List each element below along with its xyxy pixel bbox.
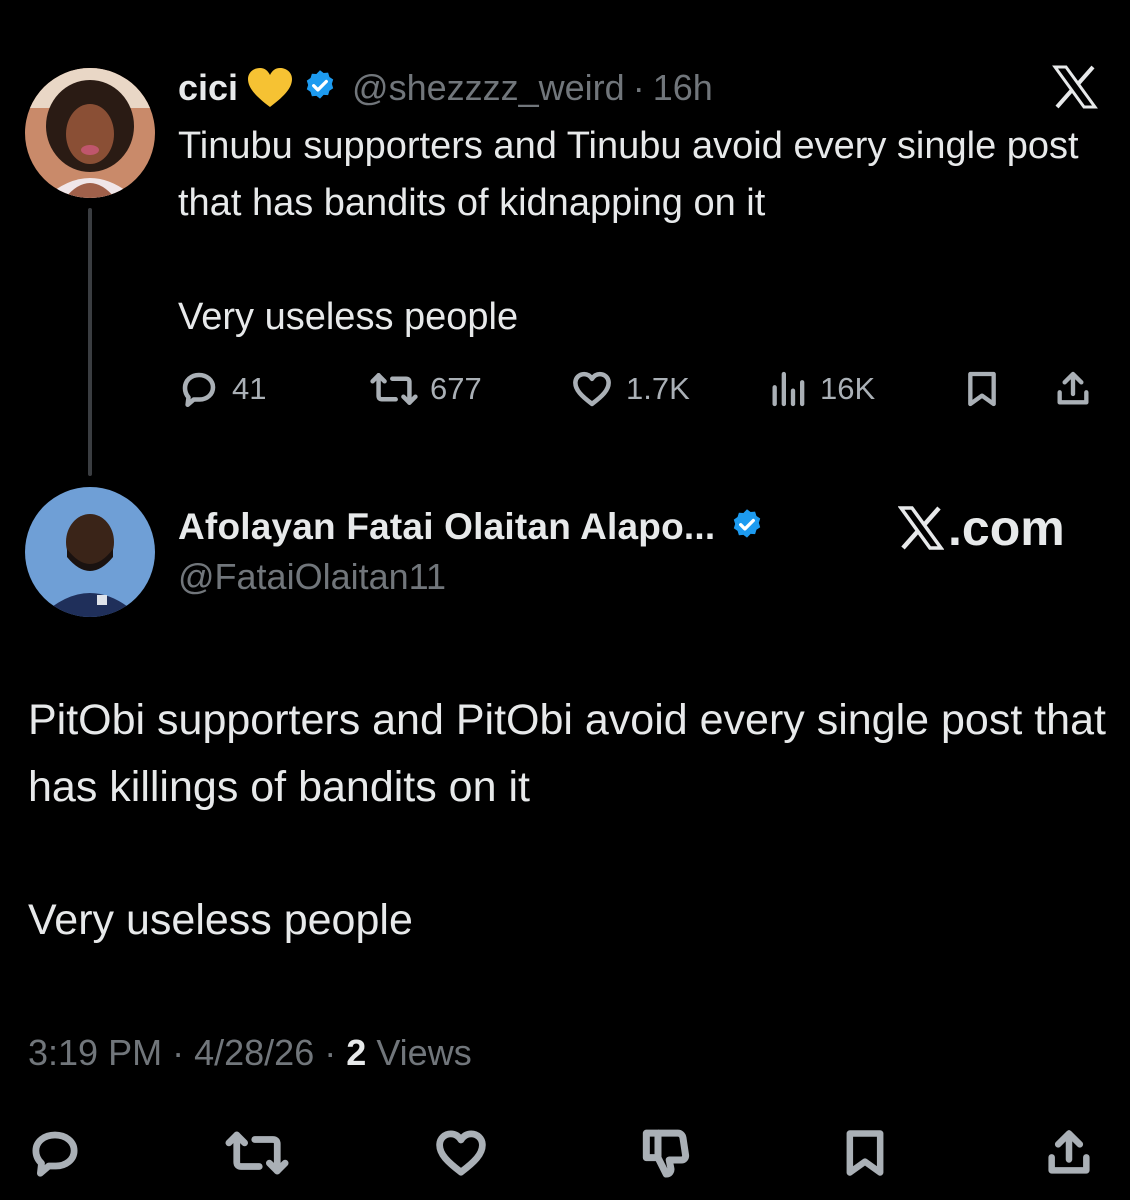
quoted-like-button[interactable]: 1.7K <box>570 362 690 416</box>
quoted-author-name[interactable]: cici <box>178 67 238 109</box>
views-count: 2 <box>346 1032 367 1073</box>
views-count: 16K <box>820 371 876 406</box>
dislike-button[interactable] <box>630 1118 700 1188</box>
main-author-name-row: Afolayan Fatai Olaitan Alapo... <box>178 500 765 554</box>
quoted-reply-button[interactable]: 41 <box>178 362 266 416</box>
share-icon <box>1057 371 1089 405</box>
reply-button[interactable] <box>20 1118 90 1188</box>
views-chart-icon <box>772 371 805 407</box>
reply-icon <box>32 1131 78 1177</box>
views-label: Views <box>376 1032 472 1073</box>
repost-count: 677 <box>430 371 482 406</box>
like-icon <box>436 1130 486 1176</box>
main-author-avatar[interactable] <box>25 487 155 617</box>
main-tweet-line-1: PitObi supporters and PitObi avoid every… <box>28 696 1106 811</box>
main-tweet-actions <box>0 1118 1130 1188</box>
separator-dot: · <box>324 1032 337 1073</box>
bookmark-button[interactable] <box>830 1118 900 1188</box>
repost-button[interactable] <box>222 1118 292 1188</box>
share-button[interactable] <box>1034 1118 1104 1188</box>
reply-count: 41 <box>232 371 267 406</box>
quoted-author-handle[interactable]: @shezzzz_weird <box>352 67 625 109</box>
share-icon <box>1048 1130 1090 1174</box>
main-tweet-text: PitObi supporters and PitObi avoid every… <box>28 687 1108 954</box>
quoted-tweet-actions: 41 677 1.7K 16K <box>178 362 1108 416</box>
quoted-tweet-line-1: Tinubu supporters and Tinubu avoid every… <box>178 125 1079 224</box>
quoted-tweet-time[interactable]: 16h <box>653 67 713 109</box>
x-com-label: .com <box>948 500 1065 556</box>
yellow-heart-icon <box>246 67 294 109</box>
bookmark-icon <box>846 1130 884 1176</box>
repost-icon <box>370 373 418 405</box>
quoted-tweet-header: cici @shezzzz_weird · 16h <box>178 63 713 113</box>
like-icon <box>573 371 611 407</box>
x-logo-icon <box>1052 64 1098 110</box>
like-button[interactable] <box>426 1118 496 1188</box>
quoted-author-avatar[interactable] <box>25 68 155 198</box>
thread-connector-line <box>88 208 92 476</box>
main-author-name[interactable]: Afolayan Fatai Olaitan Alapo... <box>178 506 715 548</box>
main-author-handle[interactable]: @FataiOlaitan11 <box>178 556 446 598</box>
verified-badge-icon <box>302 68 338 109</box>
like-count: 1.7K <box>626 371 690 406</box>
x-logo-icon <box>898 506 944 550</box>
main-tweet-line-2: Very useless people <box>28 896 413 944</box>
quoted-tweet-text: Tinubu supporters and Tinubu avoid every… <box>178 118 1108 346</box>
tweet-time[interactable]: 3:19 PM <box>28 1032 162 1073</box>
quoted-bookmark-button[interactable] <box>962 362 1002 416</box>
main-tweet-meta: 3:19 PM · 4/28/26 · 2 Views <box>28 1032 472 1074</box>
verified-badge-icon <box>729 507 765 548</box>
bookmark-icon <box>968 371 996 407</box>
separator-dot: · <box>632 67 645 108</box>
tweet-date[interactable]: 4/28/26 <box>194 1032 314 1073</box>
quoted-views-button[interactable]: 16K <box>768 362 875 416</box>
reply-icon <box>182 372 216 408</box>
quoted-repost-button[interactable]: 677 <box>370 362 482 416</box>
separator-dot: · <box>172 1032 185 1073</box>
dislike-icon <box>642 1129 690 1178</box>
quoted-share-button[interactable] <box>1053 362 1093 416</box>
x-com-brand: .com <box>898 498 1065 558</box>
quoted-tweet-line-2: Very useless people <box>178 296 519 338</box>
repost-icon <box>225 1131 289 1175</box>
